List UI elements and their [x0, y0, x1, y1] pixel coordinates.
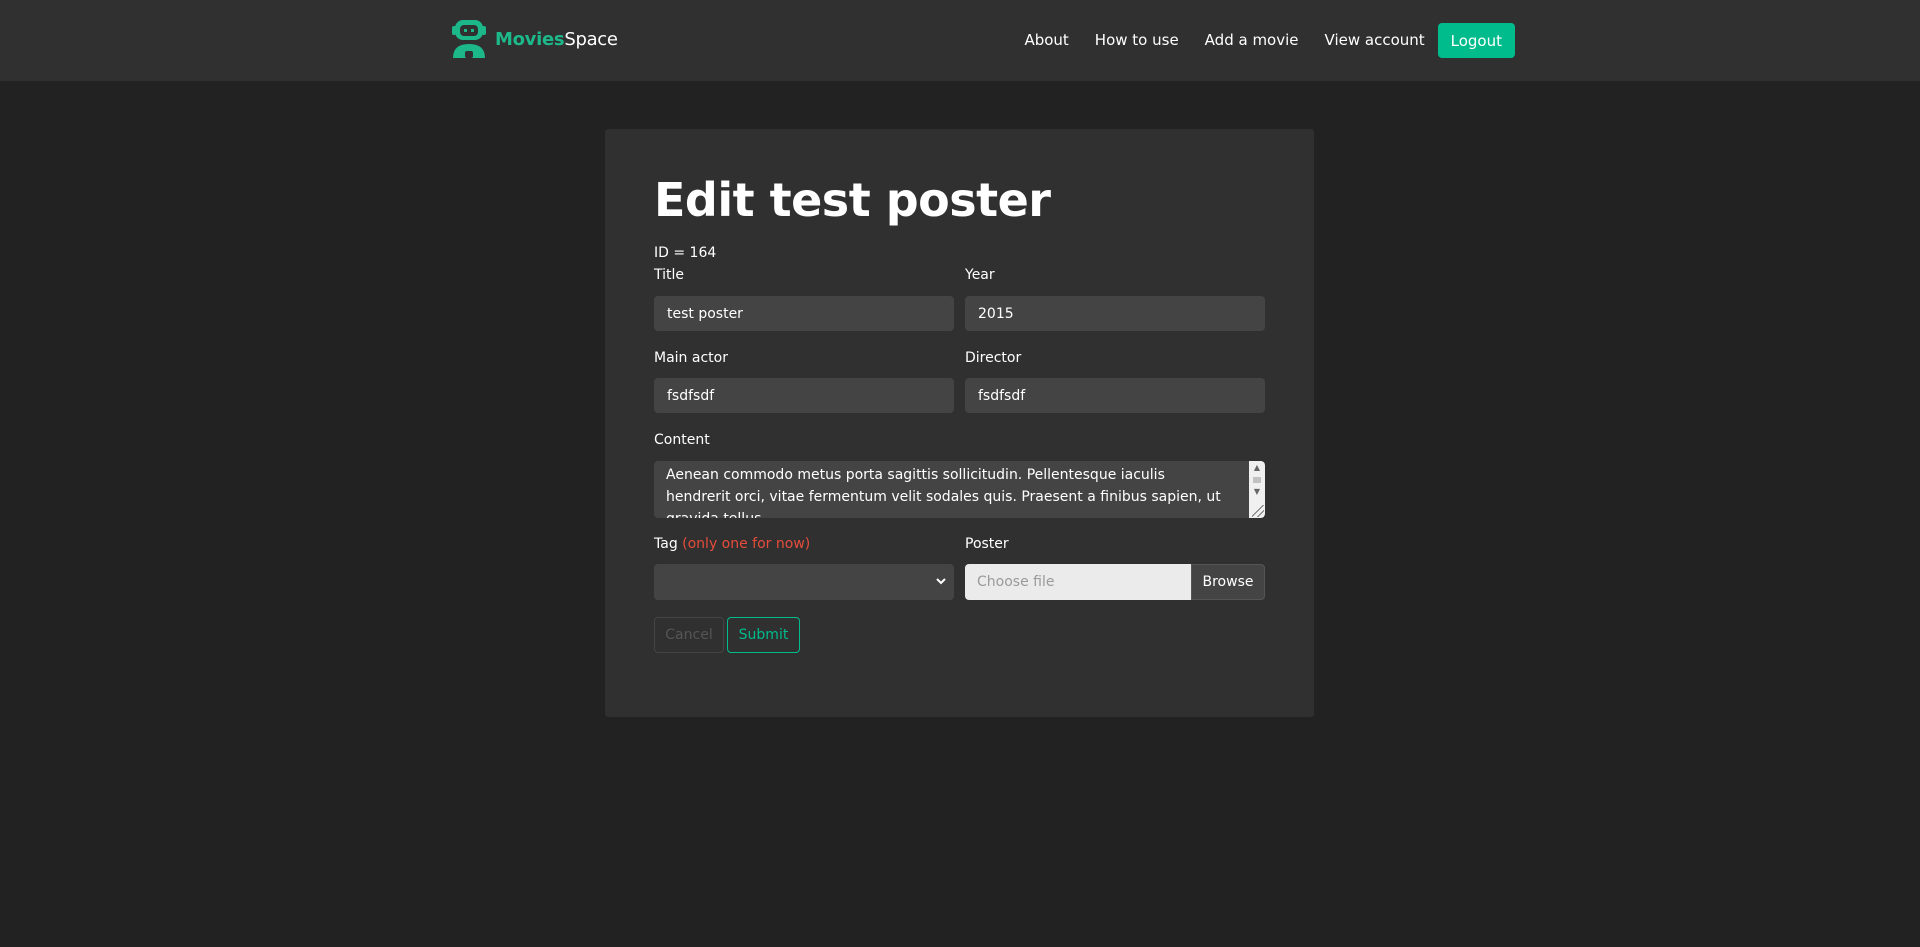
movie-id: ID = 164 — [654, 245, 717, 261]
cancel-button[interactable]: Cancel — [654, 617, 724, 653]
title-field[interactable]: test poster — [654, 296, 954, 331]
scroll-down-icon[interactable]: ▼ — [1249, 485, 1265, 499]
nav-link-add-movie[interactable]: Add a movie — [1192, 23, 1312, 58]
main-actor-field[interactable]: fsdfsdf — [654, 378, 954, 413]
director-label: Director — [965, 350, 1022, 366]
poster-file-input[interactable]: Choose file Browse — [965, 564, 1265, 600]
year-label: Year — [965, 267, 995, 283]
tag-label-text: Tag — [654, 536, 678, 552]
resize-grip-icon[interactable] — [1252, 505, 1264, 517]
navbar: MoviesSpace About How to use Add a movie… — [0, 0, 1920, 81]
nav-links: About How to use Add a movie View accoun… — [1011, 23, 1515, 58]
content-textarea[interactable]: Aenean commodo metus porta sagittis soll… — [654, 461, 1265, 518]
scroll-thumb[interactable] — [1253, 477, 1261, 483]
content-scrollbar[interactable]: ▲ ▼ — [1249, 461, 1265, 518]
edit-form-card: Edit test poster ID = 164 Title test pos… — [605, 129, 1314, 717]
submit-button[interactable]: Submit — [727, 617, 800, 653]
brand-logo-link[interactable]: MoviesSpace — [451, 18, 618, 60]
year-field[interactable]: 2015 — [965, 296, 1265, 331]
nav-link-view-account[interactable]: View account — [1312, 23, 1438, 58]
brand-name: MoviesSpace — [495, 29, 618, 50]
tag-select[interactable] — [654, 564, 954, 600]
brand-name-strong: Movies — [495, 28, 565, 50]
tag-hint: (only one for now) — [682, 536, 811, 552]
page-title: Edit test poster — [654, 173, 1051, 227]
browse-button[interactable]: Browse — [1191, 564, 1265, 600]
title-label: Title — [654, 267, 685, 283]
content-label: Content — [654, 432, 710, 448]
robot-logo-icon — [452, 20, 486, 58]
director-field[interactable]: fsdfsdf — [965, 378, 1265, 413]
logout-button[interactable]: Logout — [1437, 23, 1515, 58]
content-text: Aenean commodo metus porta sagittis soll… — [666, 467, 1221, 518]
nav-link-about[interactable]: About — [1011, 23, 1081, 58]
poster-label: Poster — [965, 536, 1009, 552]
tag-label: Tag (only one for now) — [654, 536, 810, 552]
chevron-down-icon — [936, 578, 946, 585]
nav-link-how-to-use[interactable]: How to use — [1082, 23, 1192, 58]
file-choose-field[interactable]: Choose file — [965, 564, 1191, 600]
main-actor-label: Main actor — [654, 350, 728, 366]
brand-name-light: Space — [564, 28, 618, 50]
scroll-up-icon[interactable]: ▲ — [1249, 461, 1265, 475]
